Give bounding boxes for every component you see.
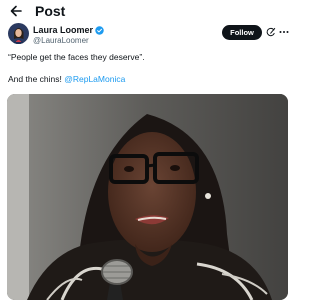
back-arrow-icon[interactable] — [8, 3, 24, 19]
tweet-photo[interactable] — [7, 94, 288, 300]
more-options-icon[interactable] — [278, 26, 290, 38]
follow-button[interactable]: Follow — [222, 25, 262, 40]
tweet-text-line-1: “People get the faces they deserve”. — [8, 52, 145, 62]
mention-link[interactable]: @RepLaMonica — [64, 74, 125, 84]
tweet-text-line-2: And the chins! @RepLaMonica — [8, 74, 125, 85]
tweet-author: Laura Loomer @LauraLoomer Follow — [0, 22, 295, 46]
avatar[interactable] — [8, 23, 29, 44]
tweet-text: And the chins! — [8, 74, 65, 84]
verified-badge-icon — [95, 26, 104, 35]
author-name[interactable]: Laura Loomer — [33, 25, 93, 36]
author-handle[interactable]: @LauraLoomer — [33, 36, 89, 46]
post-header: Post — [0, 0, 295, 22]
page-title: Post — [35, 3, 66, 19]
grok-icon[interactable] — [265, 27, 276, 38]
